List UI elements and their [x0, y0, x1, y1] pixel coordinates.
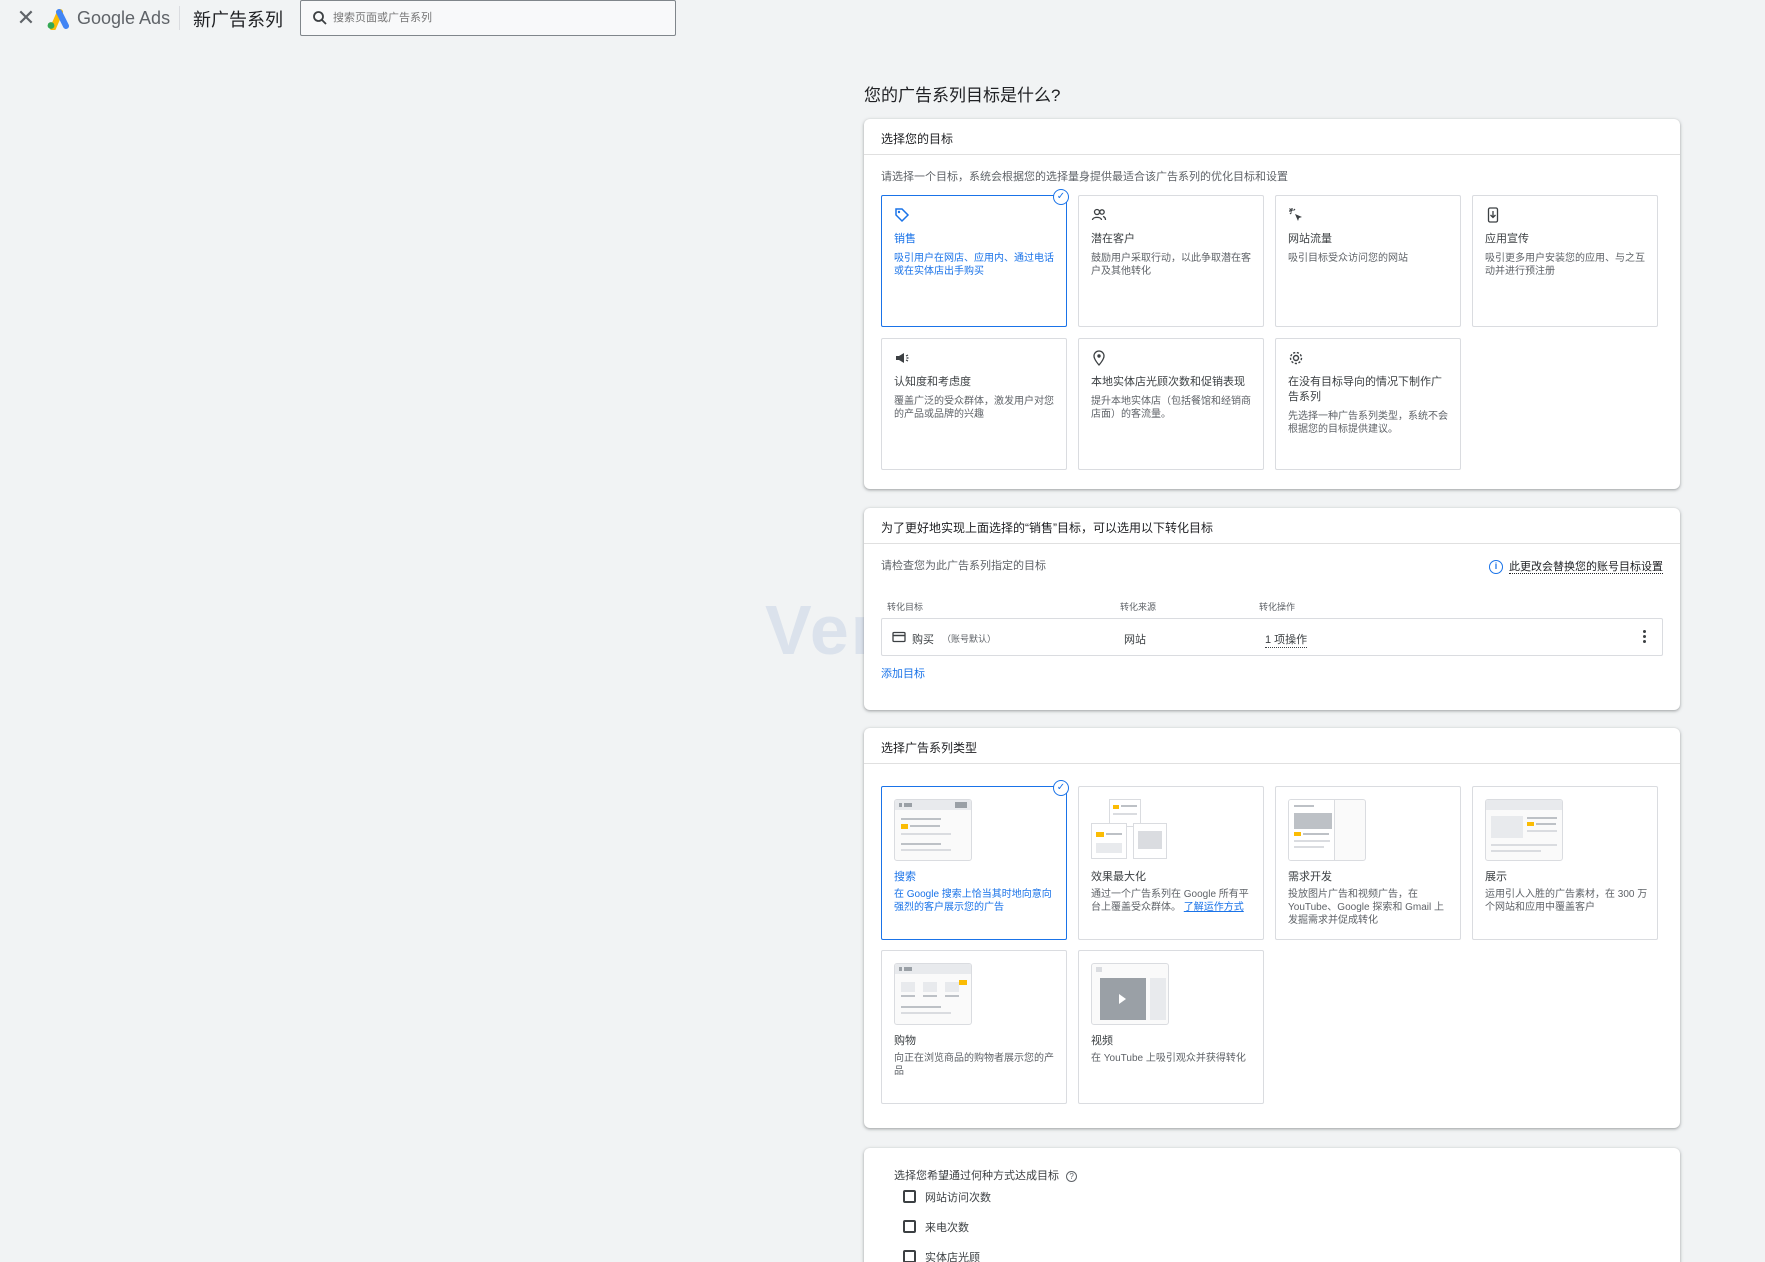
search-box[interactable]	[300, 0, 676, 36]
goal-default-tag: （账号默认）	[942, 634, 997, 644]
goal-desc: 先选择一种广告系列类型，系统不会根据您的目标提供建议。	[1288, 411, 1448, 435]
goal-subtitle: 请选择一个目标，系统会根据您的选择量身提供最适合该广告系列的优化目标和设置	[881, 171, 1288, 183]
shopping-thumbnail	[894, 963, 972, 1025]
checkbox[interactable]	[903, 1250, 916, 1262]
people-icon	[1091, 208, 1107, 221]
goal-tile-sales[interactable]: 销售 吸引用户在网店、应用内、通过电话或在实体店出手购买 ✓	[881, 189, 1069, 327]
goal-tile-traffic[interactable]: 网站流量 吸引目标受众访问您的网站	[1275, 195, 1461, 327]
checkbox[interactable]	[903, 1190, 916, 1203]
campaign-type-shopping[interactable]: 购物 向正在浏览商品的购物者展示您的产品	[881, 950, 1067, 1104]
top-bar: ✕ Google Ads 新广告系列	[0, 0, 1765, 40]
goal-desc: 提升本地实体店（包括餐馆和经销商店面）的客流量。	[1091, 396, 1251, 420]
gear-icon	[1289, 351, 1303, 365]
campaign-type-display[interactable]: 展示 运用引人入胜的广告素材，在 300 万个网站和应用中覆盖客户	[1472, 786, 1658, 940]
search-thumbnail	[894, 799, 972, 861]
tag-icon	[895, 208, 910, 223]
goal-desc: 覆盖广泛的受众群体，激发用户对您的产品或品牌的兴趣	[894, 396, 1054, 420]
search-input[interactable]	[333, 7, 663, 29]
goal-source: 网站	[1124, 634, 1146, 646]
option-label: 网站访问次数	[925, 1192, 991, 1204]
goal-title: 销售	[894, 233, 916, 245]
campaign-type-title: 搜索	[894, 871, 916, 883]
main-title: 您的广告系列目标是什么?	[864, 86, 1061, 105]
campaign-type-title: 展示	[1485, 871, 1507, 883]
account-goal-info[interactable]: i 此更改会替换您的账号目标设置	[1489, 558, 1663, 575]
column-header-action: 转化操作	[1259, 602, 1296, 612]
table-row: 购买 （账号默认） 网站 1 项操作	[881, 618, 1663, 656]
goal-title: 本地实体店光顾次数和促销表现	[1091, 376, 1245, 388]
campaign-type-desc: 向正在浏览商品的购物者展示您的产品	[894, 1053, 1054, 1077]
campaign-type-card: 选择广告系列类型 搜索 在 Google 搜索上恰当其时地向意向强烈的客户展示您…	[864, 728, 1680, 1128]
check-icon: ✓	[1053, 780, 1069, 796]
goal-desc: 鼓励用户采取行动，以此争取潜在客户及其他转化	[1091, 253, 1251, 277]
click-icon	[1289, 208, 1302, 221]
campaign-type-title: 视频	[1091, 1035, 1113, 1047]
column-header-source: 转化来源	[1120, 602, 1157, 612]
reach-label: 选择您希望通过何种方式达成目标 ?	[894, 1167, 1078, 1183]
campaign-type-title: 购物	[894, 1035, 916, 1047]
header-divider	[179, 6, 180, 30]
goal-tile-no-goal[interactable]: 在没有目标导向的情况下制作广告系列 先选择一种广告系列类型，系统不会根据您的目标…	[1275, 338, 1461, 470]
campaign-type-title: 需求开发	[1288, 871, 1332, 883]
campaign-type-video[interactable]: 视频 在 YouTube 上吸引观众并获得转化	[1078, 950, 1264, 1104]
goal-desc: 吸引更多用户安装您的应用、与之互动并进行预注册	[1485, 253, 1645, 277]
more-options-icon[interactable]	[1640, 628, 1648, 648]
campaign-type-desc: 通过一个广告系列在 Google 所有平台上覆盖受众群体。 了解运作方式	[1091, 888, 1255, 914]
option-label: 来电次数	[925, 1222, 969, 1234]
goal-card: 选择您的目标 请选择一个目标，系统会根据您的选择量身提供最适合该广告系列的优化目…	[864, 119, 1680, 489]
phone-download-icon	[1487, 207, 1499, 223]
goal-title: 网站流量	[1288, 233, 1332, 245]
pmax-thumbnail	[1091, 799, 1169, 861]
check-icon: ✓	[1053, 189, 1069, 205]
campaign-type-desc: 在 Google 搜索上恰当其时地向意向强烈的客户展示您的广告	[894, 889, 1052, 913]
conversion-subtitle: 请检查您为此广告系列指定的目标	[881, 560, 1046, 572]
goal-title: 在没有目标导向的情况下制作广告系列	[1288, 376, 1442, 403]
campaign-type-search[interactable]: 搜索 在 Google 搜索上恰当其时地向意向强烈的客户展示您的广告 ✓	[881, 780, 1069, 940]
campaign-type-desc: 投放图片广告和视频广告，在 YouTube、Google 探索和 Gmail 上…	[1288, 889, 1444, 926]
google-ads-logo	[47, 9, 69, 30]
option-label: 实体店光顾	[925, 1252, 980, 1262]
learn-how-it-works-link[interactable]: 了解运作方式	[1184, 902, 1244, 913]
info-icon: i	[1489, 560, 1503, 575]
search-icon	[313, 11, 327, 25]
goal-tile-awareness[interactable]: 认知度和考虑度 覆盖广泛的受众群体，激发用户对您的产品或品牌的兴趣	[881, 338, 1067, 470]
campaign-type-desc: 在 YouTube 上吸引观众并获得转化	[1091, 1053, 1246, 1064]
close-icon[interactable]: ✕	[14, 6, 38, 30]
campaign-type-desc: 运用引人入胜的广告素材，在 300 万个网站和应用中覆盖客户	[1485, 889, 1648, 913]
add-goal-link[interactable]: 添加目标	[881, 665, 925, 681]
display-thumbnail	[1485, 799, 1563, 861]
goal-desc: 吸引目标受众访问您的网站	[1288, 253, 1408, 264]
campaign-type-title: 效果最大化	[1091, 871, 1146, 883]
goal-heading: 选择您的目标	[864, 119, 1680, 155]
goal-tile-app[interactable]: 应用宣传 吸引更多用户安装您的应用、与之互动并进行预注册	[1472, 195, 1658, 327]
video-thumbnail	[1091, 963, 1169, 1025]
demand-gen-thumbnail	[1288, 799, 1366, 861]
reach-label-text: 选择您希望通过何种方式达成目标	[894, 1170, 1059, 1182]
page-title: 新广告系列	[193, 10, 283, 30]
credit-card-icon	[892, 631, 906, 643]
goal-tile-leads[interactable]: 潜在客户 鼓励用户采取行动，以此争取潜在客户及其他转化	[1078, 195, 1264, 327]
goal-title: 潜在客户	[1091, 233, 1135, 245]
goal-title: 应用宣传	[1485, 233, 1529, 245]
conversion-card: 为了更好地实现上面选择的“销售”目标，可以选用以下转化目标 请检查您为此广告系列…	[864, 508, 1680, 710]
goal-title: 认知度和考虑度	[894, 376, 971, 388]
megaphone-icon	[896, 353, 909, 363]
campaign-type-heading: 选择广告系列类型	[864, 728, 1680, 764]
campaign-type-pmax[interactable]: 效果最大化 通过一个广告系列在 Google 所有平台上覆盖受众群体。 了解运作…	[1078, 786, 1264, 940]
campaign-type-demand-gen[interactable]: 需求开发 投放图片广告和视频广告，在 YouTube、Google 探索和 Gm…	[1275, 786, 1461, 940]
brand-name: Google Ads	[77, 8, 171, 28]
checkbox[interactable]	[903, 1220, 916, 1233]
reach-card: 选择您希望通过何种方式达成目标 ? 网站访问次数 来电次数 实体店光顾	[864, 1148, 1680, 1262]
conversion-heading: 为了更好地实现上面选择的“销售”目标，可以选用以下转化目标	[864, 508, 1680, 544]
goal-name: 购买	[912, 634, 934, 646]
location-pin-icon	[1093, 350, 1105, 366]
goal-action-link[interactable]: 1 项操作	[1265, 631, 1308, 648]
column-header-goal: 转化目标	[887, 602, 924, 612]
goal-desc: 吸引用户在网店、应用内、通过电话或在实体店出手购买	[894, 253, 1054, 277]
info-text: 此更改会替换您的账号目标设置	[1509, 561, 1663, 574]
play-icon	[1119, 994, 1126, 1004]
goal-tile-local-store[interactable]: 本地实体店光顾次数和促销表现 提升本地实体店（包括餐馆和经销商店面）的客流量。	[1078, 338, 1264, 470]
help-icon[interactable]: ?	[1066, 1170, 1078, 1182]
